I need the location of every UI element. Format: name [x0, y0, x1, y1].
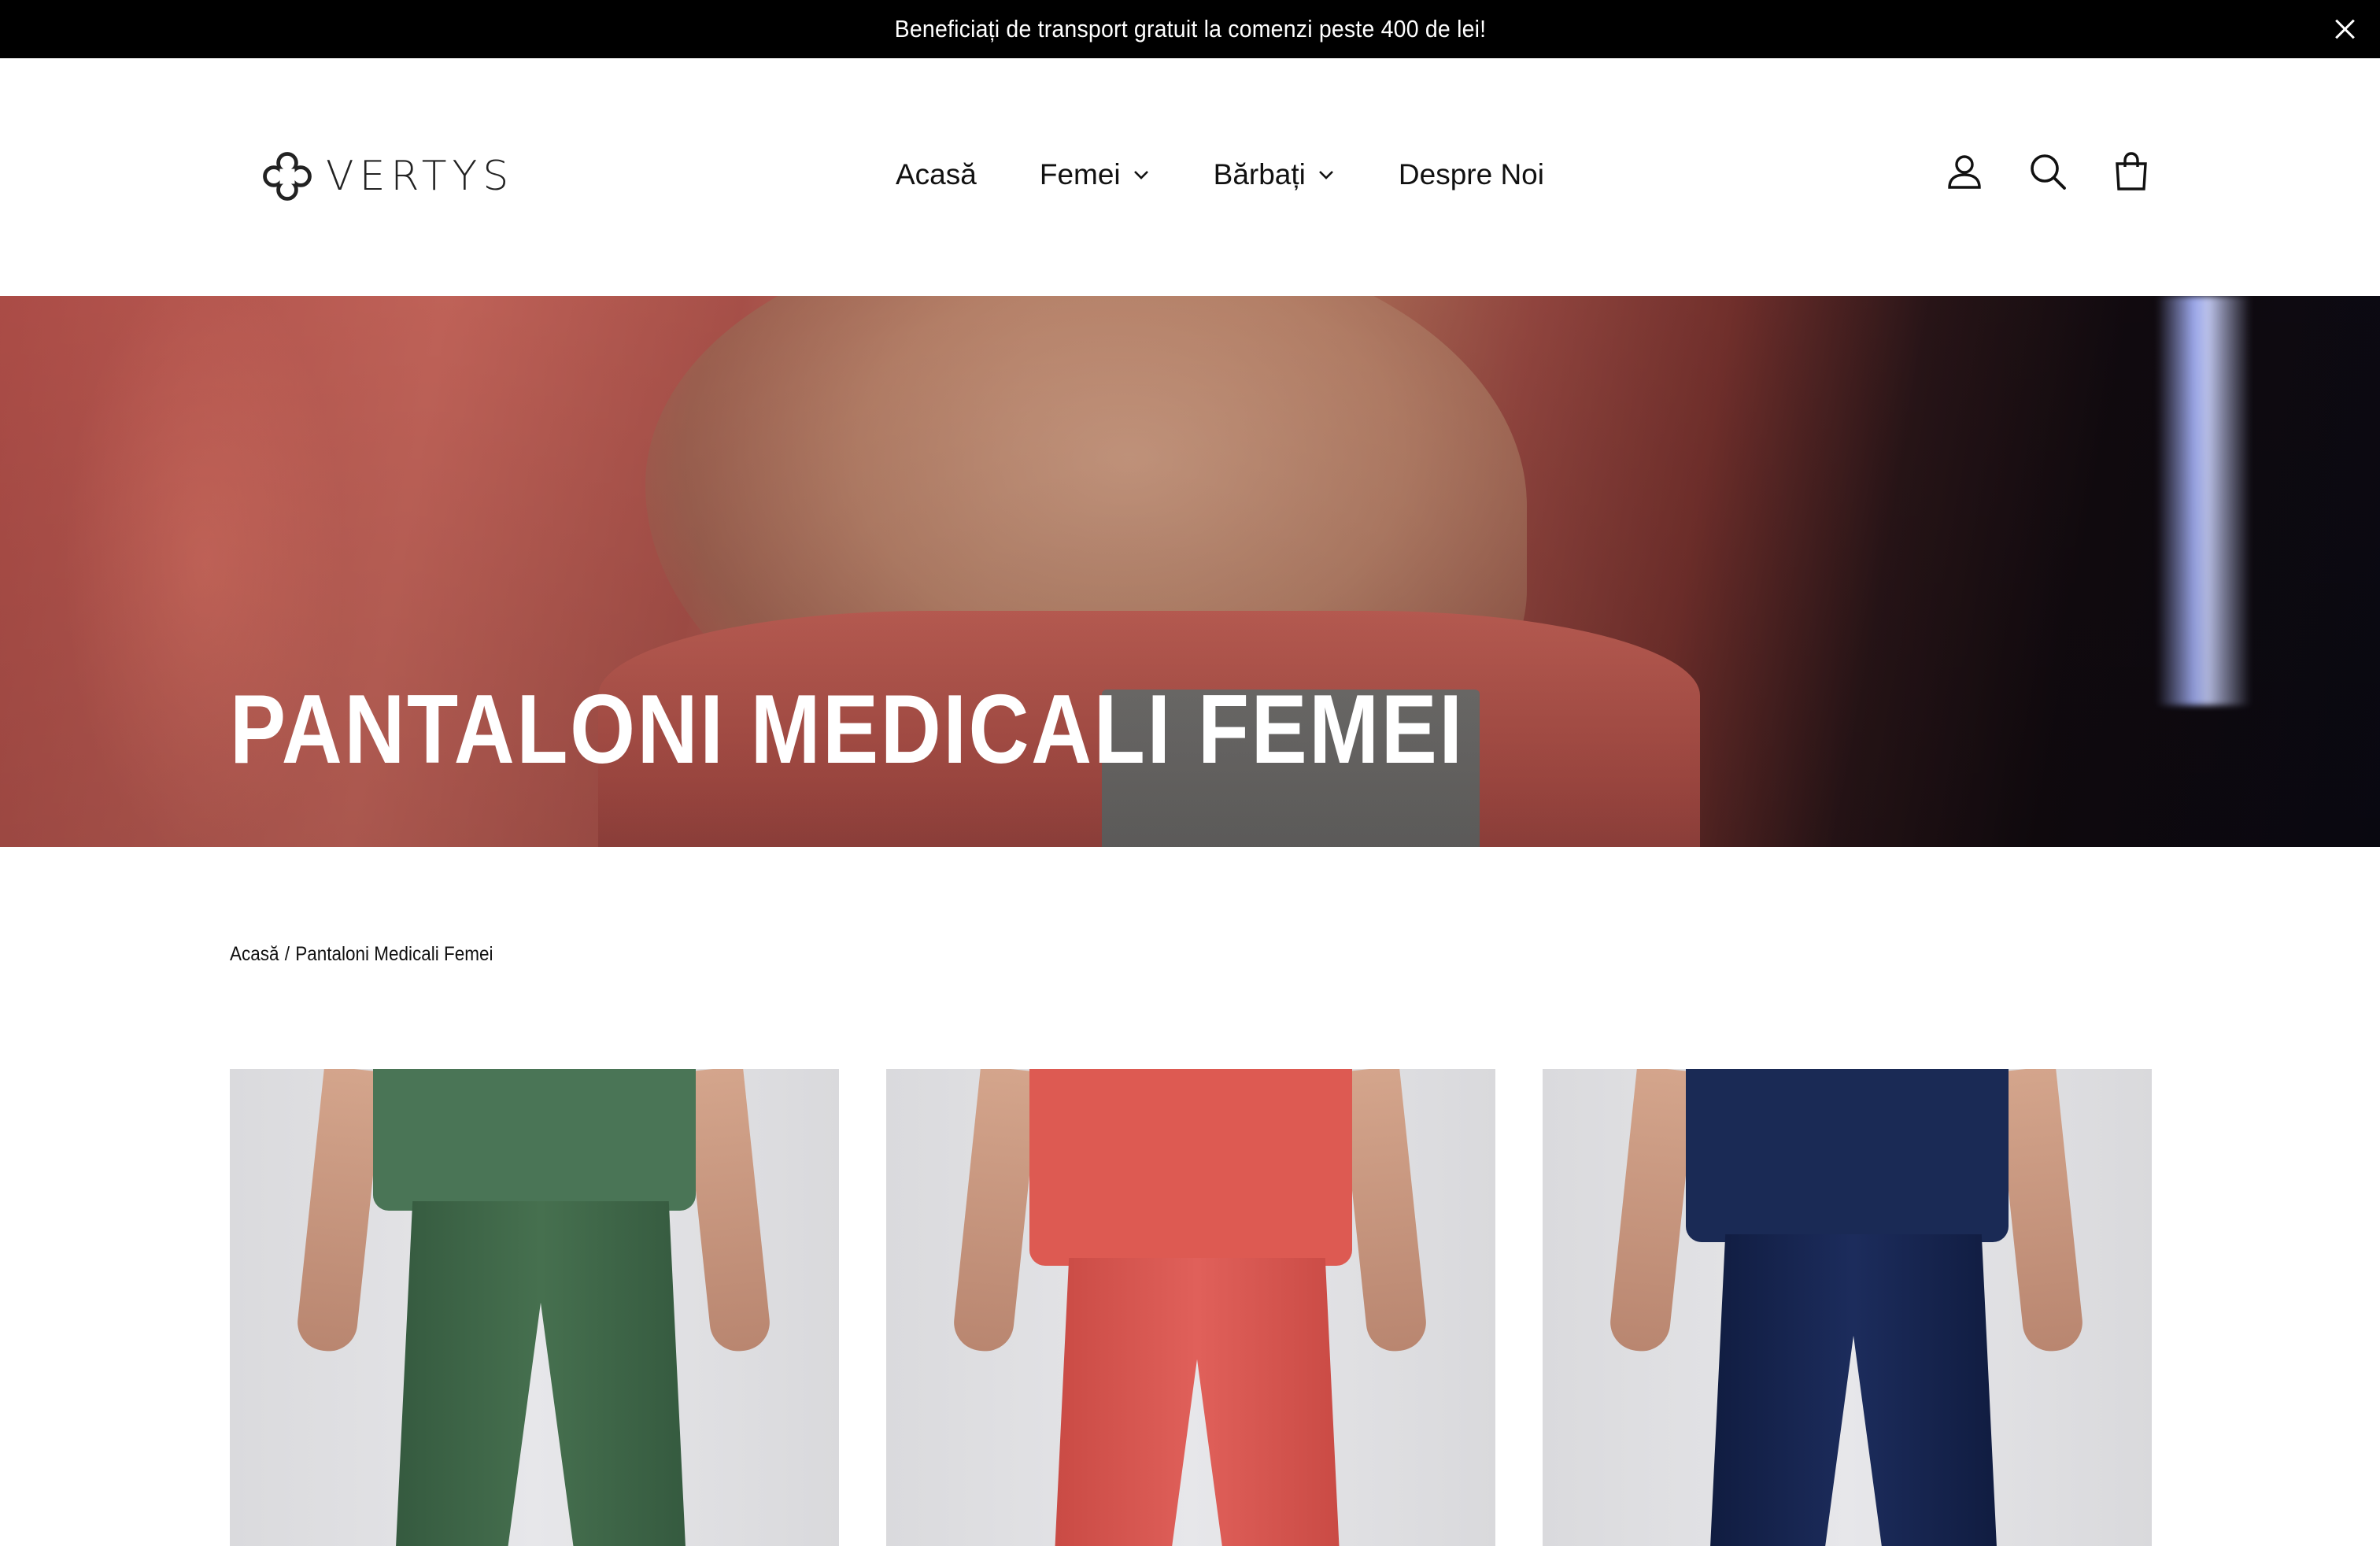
search-icon[interactable]: [2027, 151, 2068, 192]
nav-item-barbati[interactable]: Bărbați: [1214, 158, 1336, 191]
breadcrumb-home-link[interactable]: Acasă: [230, 943, 279, 966]
site-header: VERTYS Acasă Femei Bărbați Despre Noi: [0, 58, 2380, 296]
product-card[interactable]: [886, 1069, 1495, 1546]
close-icon[interactable]: [2331, 15, 2360, 43]
announcement-text: Beneficiați de transport gratuit la come…: [894, 15, 1486, 43]
nav-item-label: Acasă: [896, 158, 977, 190]
hero-banner: PANTALONI MEDICALI FEMEI: [0, 296, 2380, 847]
nav-item-despre-noi[interactable]: Despre Noi: [1399, 158, 1544, 191]
product-image-top: [1029, 1069, 1352, 1266]
announcement-bar: Beneficiați de transport gratuit la come…: [0, 0, 2380, 58]
nav-item-acasa[interactable]: Acasă: [896, 158, 977, 191]
chevron-down-icon: [1133, 171, 1148, 179]
account-icon[interactable]: [1944, 151, 1985, 192]
main-nav: Acasă Femei Bărbați Despre Noi: [896, 151, 1544, 198]
nav-item-femei[interactable]: Femei: [1040, 158, 1151, 191]
nav-item-label: Femei: [1039, 158, 1121, 190]
product-grid: [230, 1069, 2152, 1546]
nav-item-label: Despre Noi: [1398, 158, 1544, 190]
breadcrumb: Acasă / Pantaloni Medicali Femei: [230, 943, 493, 966]
breadcrumb-current: Pantaloni Medicali Femei: [295, 943, 493, 965]
product-image-top: [1686, 1069, 2009, 1242]
product-card[interactable]: [230, 1069, 839, 1546]
nav-item-label: Bărbați: [1213, 158, 1306, 190]
vertys-logo-icon: [263, 152, 312, 201]
brand-logo[interactable]: VERTYS: [257, 146, 514, 206]
product-card[interactable]: [1543, 1069, 2152, 1546]
cart-icon[interactable]: [2111, 151, 2152, 192]
header-icons: [1944, 151, 2152, 192]
page-title: PANTALONI MEDICALI FEMEI: [230, 675, 1465, 784]
breadcrumb-separator: /: [284, 943, 290, 965]
chevron-down-icon: [1318, 171, 1333, 179]
brand-name: VERTYS: [326, 153, 515, 200]
product-image-top: [373, 1069, 696, 1211]
